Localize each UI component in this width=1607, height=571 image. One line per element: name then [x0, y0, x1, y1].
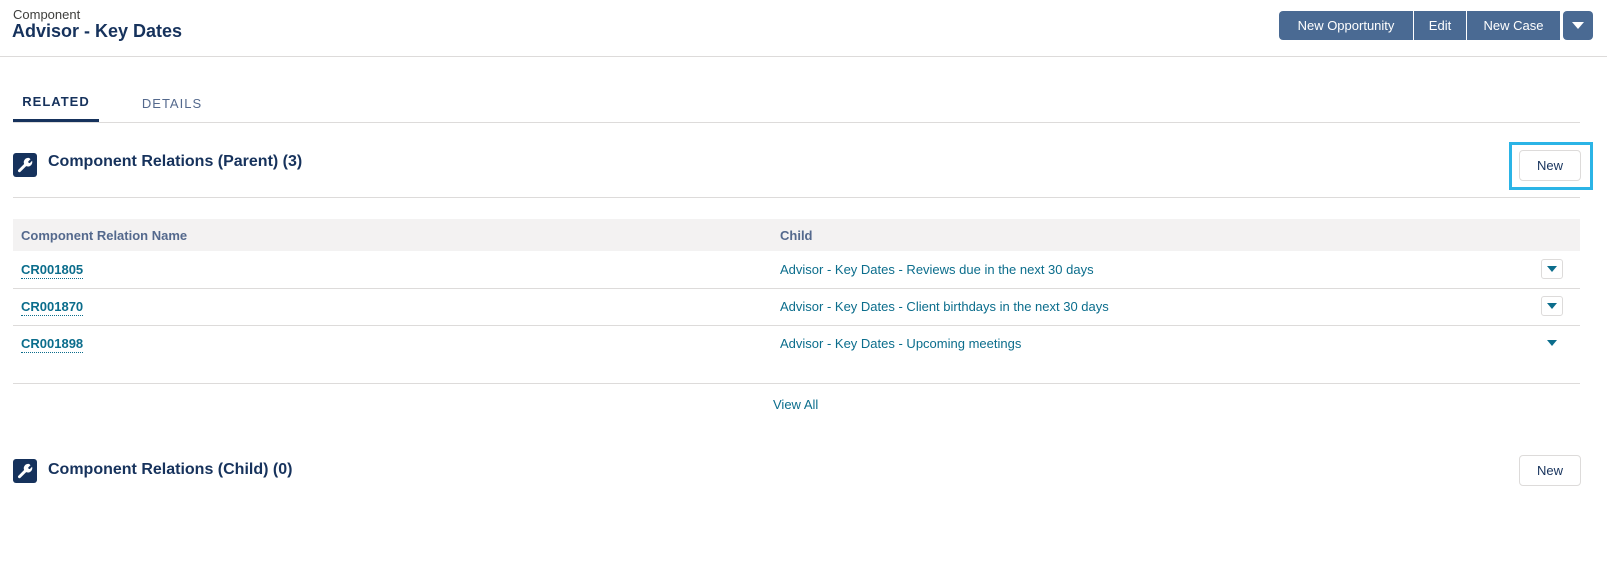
- highlight-box: [1509, 142, 1593, 190]
- more-actions-button[interactable]: [1563, 11, 1593, 40]
- child-link[interactable]: Advisor - Key Dates - Upcoming meetings: [780, 336, 1021, 352]
- wrench-icon: [13, 459, 37, 483]
- header-actions: New Opportunity Edit New Case: [1279, 11, 1593, 40]
- view-all-link[interactable]: View All: [773, 397, 818, 412]
- child-new-button[interactable]: New: [1519, 455, 1581, 486]
- chevron-down-icon: [1572, 21, 1584, 29]
- row-action-button[interactable]: [1541, 259, 1563, 279]
- wrench-icon: [13, 153, 37, 177]
- section-divider: [13, 197, 1580, 198]
- child-link[interactable]: Advisor - Key Dates - Client birthdays i…: [780, 299, 1109, 315]
- row-action-button[interactable]: [1541, 296, 1563, 316]
- chevron-down-icon: [1547, 302, 1557, 309]
- row-action-button[interactable]: [1541, 333, 1563, 353]
- table-row: CR001898 Advisor - Key Dates - Upcoming …: [13, 326, 1580, 363]
- table-row: CR001870 Advisor - Key Dates - Client bi…: [13, 289, 1580, 326]
- child-section-title[interactable]: Component Relations (Child) (0): [48, 461, 292, 479]
- parent-section-title[interactable]: Component Relations (Parent) (3): [48, 153, 302, 171]
- relation-name-link[interactable]: CR001870: [21, 299, 84, 316]
- tab-related[interactable]: RELATED: [13, 84, 99, 122]
- tab-details[interactable]: DETAILS: [131, 84, 213, 122]
- object-label: Component: [13, 7, 81, 22]
- column-header-name[interactable]: Component Relation Name: [21, 219, 187, 251]
- new-opportunity-button[interactable]: New Opportunity: [1279, 11, 1414, 40]
- chevron-down-icon: [1547, 339, 1557, 346]
- table-row: CR001805 Advisor - Key Dates - Reviews d…: [13, 252, 1580, 289]
- table-header: Component Relation Name Child: [13, 219, 1580, 251]
- relation-name-link[interactable]: CR001805: [21, 262, 84, 279]
- child-link[interactable]: Advisor - Key Dates - Reviews due in the…: [780, 262, 1094, 278]
- record-title: Advisor - Key Dates: [12, 21, 183, 41]
- relation-name-link[interactable]: CR001898: [21, 336, 84, 353]
- column-header-child[interactable]: Child: [780, 219, 813, 251]
- tab-bar: RELATED DETAILS: [13, 84, 1580, 123]
- edit-button[interactable]: Edit: [1414, 11, 1467, 40]
- new-case-button[interactable]: New Case: [1467, 11, 1561, 40]
- table-footer-divider: [13, 383, 1580, 384]
- chevron-down-icon: [1547, 265, 1557, 272]
- record-header: Component Advisor - Key Dates New Opport…: [0, 0, 1607, 57]
